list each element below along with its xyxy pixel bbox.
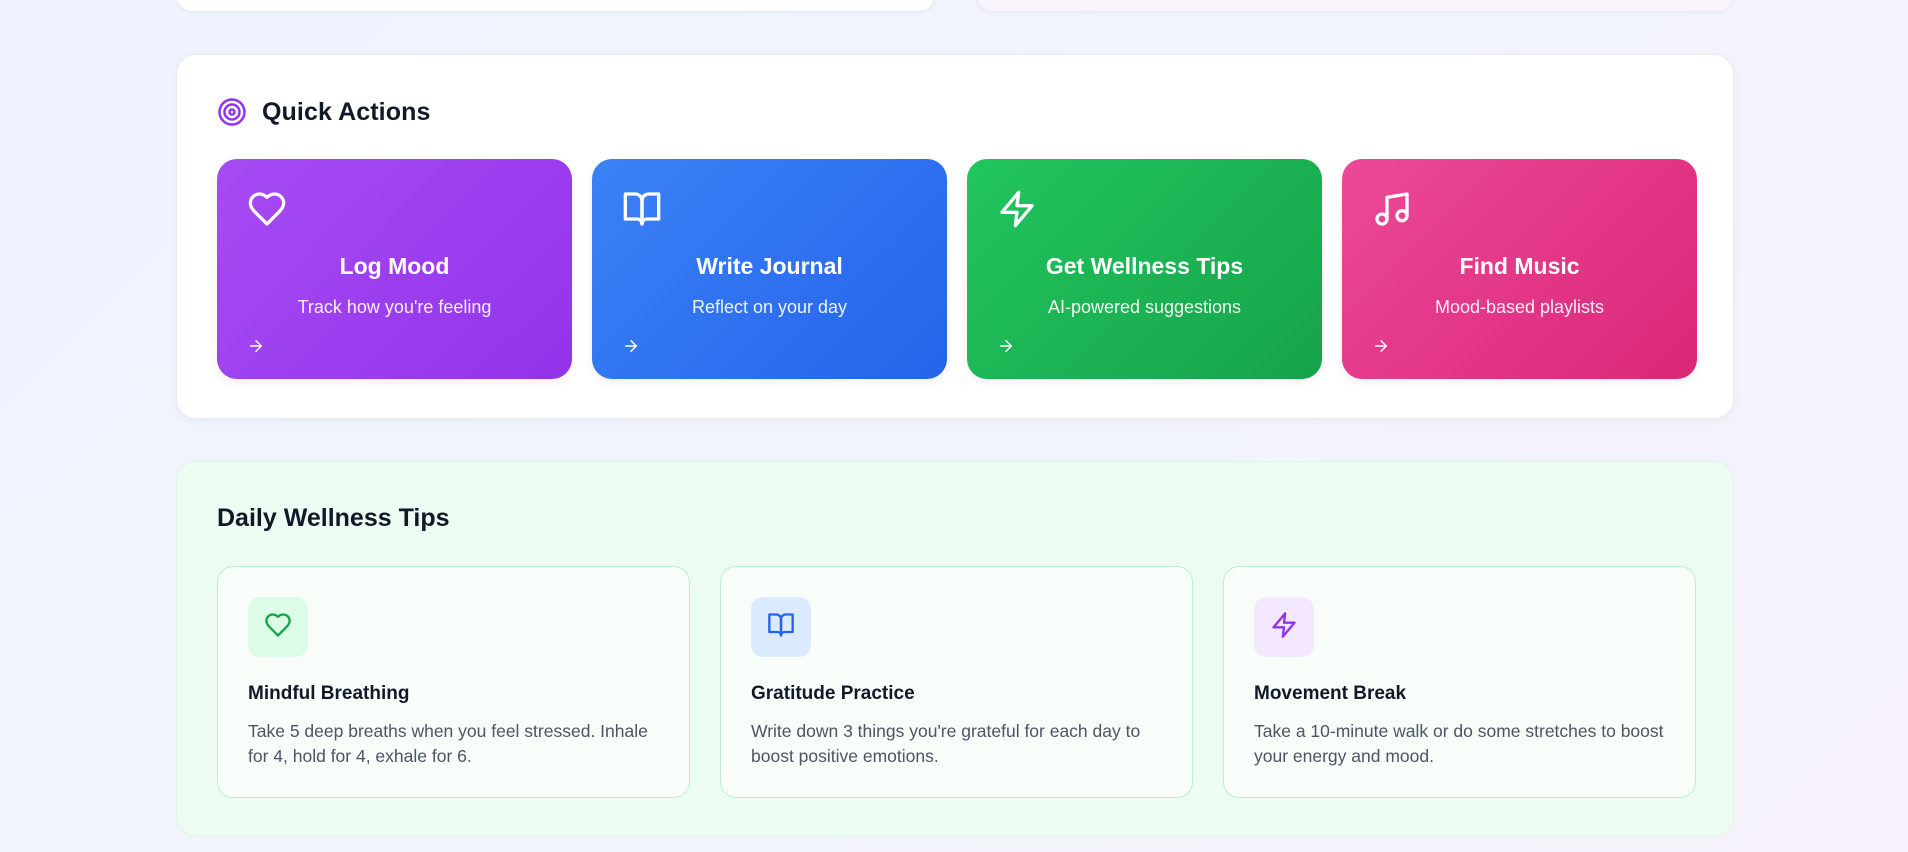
- log-mood-button[interactable]: Log Mood Track how you're feeling: [217, 159, 572, 379]
- zap-icon: [997, 189, 1037, 229]
- wellness-tips-title: Daily Wellness Tips: [217, 504, 450, 532]
- tip-text: Take a 10-minute walk or do some stretch…: [1254, 721, 1664, 766]
- tip-text: Write down 3 things you're grateful for …: [751, 721, 1141, 766]
- tip-icon-badge: [1254, 597, 1314, 657]
- write-journal-button[interactable]: Write Journal Reflect on your day: [592, 159, 947, 379]
- arrow-right-icon: [1372, 337, 1390, 355]
- tip-icon-badge: [248, 597, 308, 657]
- quick-actions-title: Quick Actions: [262, 97, 431, 126]
- quick-actions-grid: Log Mood Track how you're feeling Write …: [217, 159, 1697, 379]
- quick-actions-header: Quick Actions: [217, 97, 430, 127]
- find-music-button[interactable]: Find Music Mood-based playlists: [1342, 159, 1697, 379]
- quick-actions-panel: Quick Actions Log Mood Track how you're …: [176, 54, 1734, 419]
- arrow-right-icon: [622, 337, 640, 355]
- arrow-right-icon: [247, 337, 265, 355]
- previous-card-right: [976, 0, 1734, 12]
- tip-title: Mindful Breathing: [248, 683, 410, 704]
- tip-title: Movement Break: [1254, 683, 1407, 704]
- zap-icon: [1270, 611, 1298, 644]
- action-title: Write Journal: [696, 253, 843, 279]
- tip-card-gratitude-practice: Gratitude Practice Write down 3 things y…: [720, 566, 1193, 798]
- action-title: Log Mood: [339, 253, 450, 279]
- wellness-tips-grid: Mindful Breathing Take 5 deep breaths wh…: [217, 566, 1696, 798]
- action-subtitle: Track how you're feeling: [297, 297, 492, 317]
- action-title: Find Music: [1459, 253, 1580, 279]
- book-open-icon: [767, 611, 795, 644]
- tip-card-mindful-breathing: Mindful Breathing Take 5 deep breaths wh…: [217, 566, 690, 798]
- action-subtitle: Mood-based playlists: [1434, 297, 1605, 317]
- previous-card-left: [176, 0, 935, 12]
- tip-icon-badge: [751, 597, 811, 657]
- heart-icon: [247, 189, 287, 229]
- arrow-right-icon: [997, 337, 1015, 355]
- wellness-tips-panel: Daily Wellness Tips Mindful Breathing Ta…: [176, 461, 1734, 837]
- tip-card-movement-break: Movement Break Take a 10-minute walk or …: [1223, 566, 1696, 798]
- book-open-icon: [622, 189, 662, 229]
- music-icon: [1372, 189, 1412, 229]
- action-subtitle: Reflect on your day: [691, 297, 848, 317]
- tip-title: Gratitude Practice: [751, 683, 915, 704]
- heart-icon: [264, 611, 292, 644]
- action-subtitle: AI-powered suggestions: [1047, 297, 1242, 317]
- action-title: Get Wellness Tips: [1045, 253, 1244, 279]
- tip-text: Take 5 deep breaths when you feel stress…: [248, 721, 648, 766]
- target-icon: [217, 97, 247, 127]
- get-wellness-tips-button[interactable]: Get Wellness Tips AI-powered suggestions: [967, 159, 1322, 379]
